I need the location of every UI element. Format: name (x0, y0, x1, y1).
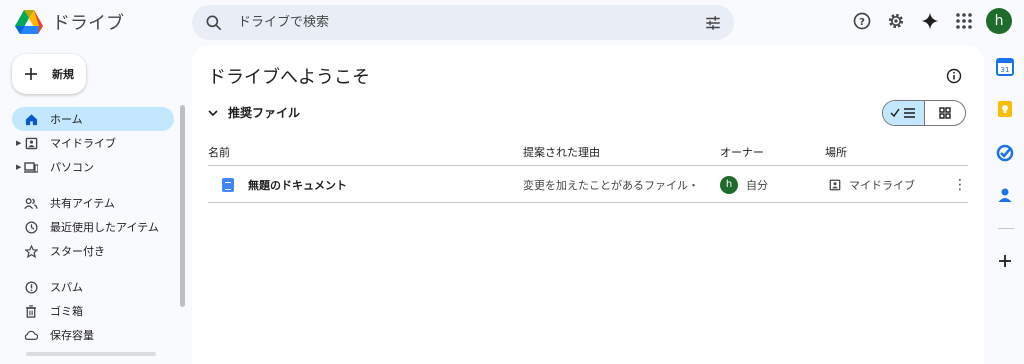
column-name[interactable]: 名前 (208, 144, 523, 160)
plus-icon (25, 68, 37, 80)
expand-arrow-icon[interactable]: ▶ (16, 139, 21, 147)
chevron-down-icon (208, 109, 218, 116)
sidebar-scrollbar[interactable] (180, 105, 185, 307)
location-name: マイドライブ (849, 178, 915, 192)
file-name: 無題のドキュメント (248, 178, 347, 192)
view-toggle (882, 100, 966, 126)
sidebar-item-label: ゴミ箱 (50, 305, 83, 318)
sidebar-item-label: パソコン (50, 161, 94, 174)
reason-cell: 変更を加えたことがあるファイル・ (523, 178, 699, 192)
expand-arrow-icon[interactable]: ▶ (16, 163, 21, 171)
list-view-button[interactable] (883, 101, 925, 125)
page-title: ドライブへようこそ (208, 67, 370, 88)
computers-icon (24, 160, 38, 174)
sidebar-item-computers[interactable]: ▶ パソコン (12, 155, 174, 179)
my-drive-icon (24, 136, 38, 150)
more-actions-icon[interactable]: ⋮ (952, 177, 968, 193)
sidebar-item-recent[interactable]: 最近使用したアイテム (12, 215, 174, 239)
home-icon (24, 112, 38, 126)
sidebar-item-trash[interactable]: ゴミ箱 (12, 299, 174, 323)
grid-view-icon (939, 107, 951, 119)
location-cell: マイドライブ ⋮ (825, 177, 968, 193)
new-button[interactable]: 新規 (12, 54, 86, 94)
apps-grid-icon[interactable] (952, 9, 976, 33)
svg-text:?: ? (859, 17, 865, 28)
calendar-icon[interactable]: 31 (996, 58, 1014, 76)
owner-cell: h 自分 (720, 175, 825, 194)
sidebar-item-label: ホーム (50, 113, 83, 126)
recent-icon (24, 220, 38, 234)
suggested-files-toggle[interactable]: 推奨ファイル (208, 104, 300, 121)
info-icon[interactable] (946, 68, 962, 84)
cloud-icon (24, 328, 38, 342)
contacts-icon[interactable] (996, 186, 1014, 204)
my-drive-icon (829, 179, 841, 190)
sidebar-item-starred[interactable]: スター付き (12, 239, 174, 263)
help-icon[interactable]: ? (850, 9, 874, 33)
sidebar-item-label: 共有アイテム (50, 197, 115, 210)
sidebar-item-label: スパム (50, 281, 83, 294)
sidebar-item-storage[interactable]: 保存容量 (12, 323, 174, 347)
search-options-icon[interactable] (704, 14, 722, 32)
column-reason: 提案された理由 (523, 145, 600, 159)
sidebar-nav: ホーム ▶ マイドライブ ▶ パソコン 共有アイテム 最近使用したアイテム スタ… (12, 107, 174, 347)
spam-icon (24, 280, 38, 294)
search-input[interactable] (238, 15, 704, 30)
add-addon-icon[interactable] (996, 252, 1014, 270)
table-header: 名前 提案された理由 オーナー 場所 (208, 138, 968, 166)
drive-logo-icon (15, 10, 43, 34)
keep-icon[interactable] (996, 100, 1014, 118)
sidebar-item-label: 最近使用したアイテム (50, 221, 159, 234)
settings-icon[interactable] (884, 9, 908, 33)
owner-name: 自分 (746, 178, 768, 192)
drive-logo[interactable]: ドライブ (14, 8, 124, 36)
sidebar-item-my-drive[interactable]: ▶ マイドライブ (12, 131, 174, 155)
storage-bar (26, 352, 156, 356)
star-icon (24, 244, 38, 258)
table-row[interactable]: 無題のドキュメント 変更を加えたことがあるファイル・ h 自分 マイドライブ ⋮ (208, 167, 968, 203)
file-name-cell: 無題のドキュメント (208, 177, 523, 193)
sidebar-item-label: スター付き (50, 245, 105, 258)
new-button-label: 新規 (52, 68, 74, 81)
list-view-icon (890, 108, 916, 118)
gemini-icon[interactable] (918, 9, 942, 33)
google-docs-icon (222, 177, 234, 192)
owner-avatar: h (720, 175, 738, 194)
sidebar-item-shared[interactable]: 共有アイテム (12, 191, 174, 215)
shared-icon (24, 196, 38, 210)
trash-icon (24, 304, 38, 318)
search-icon[interactable] (204, 13, 224, 33)
sidebar-item-label: 保存容量 (50, 329, 94, 342)
main-panel: ドライブへようこそ 推奨ファイル 名前 提案された理由 オーナー 場所 無題のド… (192, 46, 984, 364)
grid-view-button[interactable] (925, 101, 966, 125)
svg-text:31: 31 (1001, 66, 1010, 74)
account-avatar[interactable]: h (986, 8, 1012, 34)
sidebar-item-label: マイドライブ (50, 137, 116, 150)
sidebar-item-home[interactable]: ホーム (12, 107, 174, 131)
search-bar[interactable] (192, 5, 734, 40)
column-location: 場所 (825, 145, 847, 159)
header-actions: ? h (850, 8, 1012, 34)
rail-divider (998, 228, 1014, 229)
tasks-icon[interactable] (996, 144, 1014, 162)
sidebar-item-spam[interactable]: スパム (12, 275, 174, 299)
column-owner: オーナー (720, 145, 764, 159)
app-title: ドライブ (52, 13, 124, 34)
section-label: 推奨ファイル (228, 106, 301, 120)
